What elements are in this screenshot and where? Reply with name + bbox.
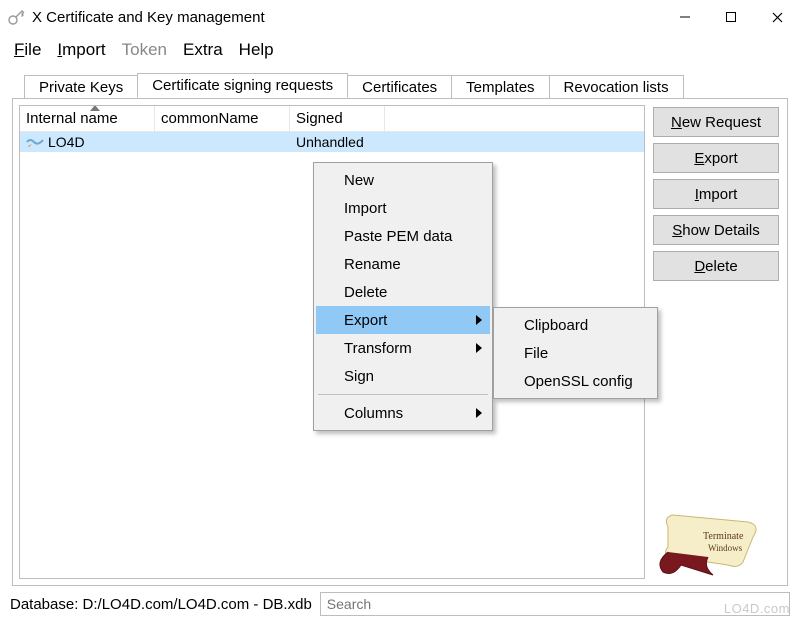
menubar: File Import Token Extra Help	[0, 34, 800, 68]
ctx-columns[interactable]: Columns	[316, 399, 490, 427]
ctx-export-label: Export	[344, 312, 387, 329]
statusbar: Database: D:/LO4D.com/LO4D.com - DB.xdb	[10, 592, 790, 616]
ctx-transform-label: Transform	[344, 340, 412, 357]
menu-import[interactable]: Import	[53, 38, 109, 62]
context-menu: New Import Paste PEM data Rename Delete …	[313, 162, 493, 431]
cell-internal-name: LO4D	[48, 134, 85, 150]
ctx-paste-pem[interactable]: Paste PEM data	[316, 222, 490, 250]
ctx-import[interactable]: Import	[316, 194, 490, 222]
svg-text:Terminate: Terminate	[703, 531, 744, 542]
menu-token[interactable]: Token	[118, 38, 171, 62]
col-internal-name[interactable]: Internal name	[20, 106, 155, 131]
menu-help[interactable]: Help	[235, 38, 278, 62]
tab-certificates[interactable]: Certificates	[347, 75, 452, 99]
maximize-button[interactable]	[708, 2, 754, 32]
window-title: X Certificate and Key management	[32, 9, 265, 26]
new-request-button[interactable]: New Request	[653, 107, 779, 137]
key-icon	[6, 7, 26, 27]
ctx-export-openssl[interactable]: OpenSSL config	[496, 367, 655, 395]
tab-bar: Private Keys Certificate signing request…	[12, 70, 788, 98]
menu-file[interactable]: File	[10, 38, 45, 62]
ctx-separator	[318, 394, 488, 395]
ctx-delete[interactable]: Delete	[316, 278, 490, 306]
delete-button[interactable]: Delete	[653, 251, 779, 281]
button-pane: New Request Export Import Show Details D…	[651, 105, 781, 579]
titlebar: X Certificate and Key management	[0, 0, 800, 34]
tab-private-keys[interactable]: Private Keys	[24, 75, 138, 99]
export-button[interactable]: Export	[653, 143, 779, 173]
watermark: LO4D.com	[724, 601, 790, 616]
tab-templates[interactable]: Templates	[451, 75, 549, 99]
window-controls	[662, 2, 800, 32]
ctx-export[interactable]: Export	[316, 306, 490, 334]
ctx-transform[interactable]: Transform	[316, 334, 490, 362]
table-header: Internal name commonName Signed	[20, 106, 644, 132]
close-button[interactable]	[754, 2, 800, 32]
ctx-rename[interactable]: Rename	[316, 250, 490, 278]
chevron-right-icon	[476, 408, 482, 418]
chevron-right-icon	[476, 315, 482, 325]
csr-icon	[26, 136, 44, 148]
col-signed[interactable]: Signed	[290, 106, 385, 131]
import-button[interactable]: Import	[653, 179, 779, 209]
col-common-name[interactable]: commonName	[155, 106, 290, 131]
search-input[interactable]	[320, 592, 790, 616]
database-label: Database: D:/LO4D.com/LO4D.com - DB.xdb	[10, 596, 312, 613]
cell-signed: Unhandled	[290, 133, 385, 151]
tab-csr[interactable]: Certificate signing requests	[137, 73, 348, 98]
table-row[interactable]: LO4D Unhandled	[20, 132, 644, 152]
menu-extra[interactable]: Extra	[179, 38, 227, 62]
ctx-sign[interactable]: Sign	[316, 362, 490, 390]
ctx-new[interactable]: New	[316, 166, 490, 194]
tab-revocation[interactable]: Revocation lists	[549, 75, 684, 99]
show-details-button[interactable]: Show Details	[653, 215, 779, 245]
export-submenu: Clipboard File OpenSSL config	[493, 307, 658, 399]
minimize-button[interactable]	[662, 2, 708, 32]
ctx-columns-label: Columns	[344, 405, 403, 422]
ctx-export-clipboard[interactable]: Clipboard	[496, 311, 655, 339]
scroll-image: Terminate Windows	[653, 507, 773, 577]
chevron-right-icon	[476, 343, 482, 353]
cell-common-name	[155, 141, 290, 143]
ctx-export-file[interactable]: File	[496, 339, 655, 367]
svg-text:Windows: Windows	[708, 543, 743, 553]
